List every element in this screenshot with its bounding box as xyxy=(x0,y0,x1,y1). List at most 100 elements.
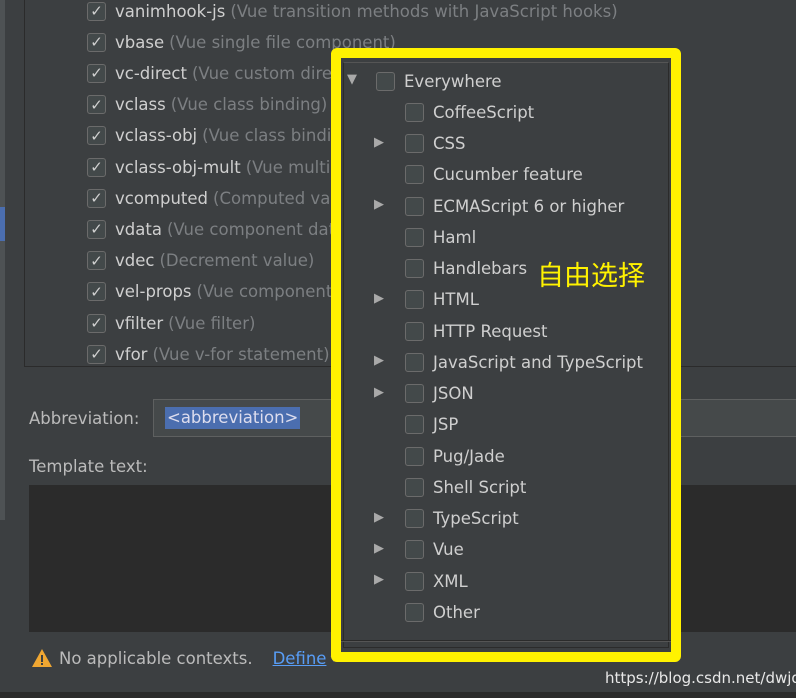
context-item[interactable]: Pug/Jade xyxy=(405,444,505,468)
context-item[interactable]: HTML xyxy=(405,288,479,312)
checkbox[interactable]: ✓ xyxy=(87,32,106,52)
context-popup: ▼ Everywhere CoffeeScript ▶ CSS Cucumber feat… xyxy=(331,48,681,662)
checkbox[interactable] xyxy=(405,571,424,591)
checkbox[interactable]: ✓ xyxy=(87,251,106,271)
expand-right-icon[interactable]: ▶ xyxy=(374,385,384,400)
context-item[interactable]: Shell Script xyxy=(405,475,526,499)
template-item[interactable]: ✓ vdec (Decrement value) xyxy=(87,249,314,273)
context-item[interactable]: Haml xyxy=(405,225,476,249)
bottom-bar xyxy=(0,692,796,698)
checkbox[interactable] xyxy=(405,602,424,622)
checkbox[interactable] xyxy=(405,321,424,341)
context-tree[interactable]: ▼ Everywhere CoffeeScript ▶ CSS Cucumber feat… xyxy=(343,62,669,648)
checkbox[interactable]: ✓ xyxy=(87,188,106,208)
context-item[interactable]: HTTP Request xyxy=(405,319,548,343)
template-text-label: Template text: xyxy=(29,457,148,476)
context-label: Everywhere xyxy=(404,71,502,91)
checkbox[interactable] xyxy=(405,384,424,403)
template-item[interactable]: ✓ vclass-obj (Vue class binding) xyxy=(87,124,359,148)
context-warning: No applicable contexts. Define ▾ xyxy=(31,648,336,668)
checkbox[interactable] xyxy=(405,415,424,435)
context-label: Pug/Jade xyxy=(433,446,505,466)
context-label: TypeScript xyxy=(433,509,519,528)
expand-right-icon[interactable]: ▶ xyxy=(374,135,384,150)
checkbox[interactable]: ✓ xyxy=(87,219,106,239)
context-label: XML xyxy=(433,571,468,591)
checkbox[interactable] xyxy=(376,71,395,91)
template-item[interactable]: ✓ vfor (Vue v-for statement) xyxy=(87,342,330,366)
checkbox[interactable] xyxy=(405,134,424,153)
checkbox[interactable]: ✓ xyxy=(87,1,106,21)
left-edge-selection-marker xyxy=(0,207,5,241)
checkbox[interactable]: ✓ xyxy=(87,313,106,333)
template-item[interactable]: ✓ vcomputed (Computed value) xyxy=(87,186,362,210)
context-item[interactable]: Everywhere xyxy=(376,69,502,93)
checkbox[interactable] xyxy=(405,352,424,372)
context-label: Vue xyxy=(433,540,464,560)
context-label: Shell Script xyxy=(433,477,527,497)
template-name: vfilter xyxy=(115,313,164,333)
context-label: HTTP Request xyxy=(433,321,548,341)
annotation-text: 自由选择 xyxy=(537,261,645,292)
checkbox[interactable] xyxy=(405,540,424,560)
checkbox[interactable]: ✓ xyxy=(87,344,106,364)
checkbox[interactable] xyxy=(405,477,424,497)
context-item[interactable]: Handlebars xyxy=(405,257,527,281)
template-name: vclass xyxy=(115,95,166,115)
context-label: Handlebars xyxy=(433,259,528,278)
checkbox[interactable] xyxy=(405,196,424,216)
context-item[interactable]: Other xyxy=(405,600,480,624)
context-item[interactable]: ECMAScript 6 or higher xyxy=(405,194,624,218)
template-item[interactable]: ✓ vfilter (Vue filter) xyxy=(87,311,255,335)
context-item[interactable]: JSON xyxy=(405,382,474,406)
expand-right-icon[interactable]: ▶ xyxy=(374,197,384,212)
checkbox[interactable]: ✓ xyxy=(87,282,106,302)
expand-right-icon[interactable]: ▶ xyxy=(374,353,384,368)
template-item[interactable]: ✓ vanimhook-js (Vue transition methods wit… xyxy=(87,0,618,23)
template-name: vcomputed xyxy=(115,188,209,208)
template-name: vc-direct xyxy=(115,63,187,83)
left-edge-strip xyxy=(0,0,5,520)
template-name: vanimhook-js xyxy=(115,1,226,21)
context-item[interactable]: JSP xyxy=(405,413,458,437)
checkbox[interactable]: ✓ xyxy=(87,63,106,83)
expand-right-icon[interactable]: ▶ xyxy=(374,291,384,306)
context-label: JavaScript and TypeScript xyxy=(433,352,643,372)
template-description: (Vue v-for statement) xyxy=(152,344,330,364)
checkbox[interactable] xyxy=(405,259,424,278)
context-item[interactable]: CoffeeScript xyxy=(405,100,534,124)
expand-down-icon[interactable]: ▼ xyxy=(347,72,357,87)
context-label: JSON xyxy=(433,384,474,403)
template-description: (Vue class binding) xyxy=(170,95,328,115)
checkbox[interactable]: ✓ xyxy=(87,126,106,146)
checkbox[interactable] xyxy=(405,165,424,185)
context-label: JSP xyxy=(433,415,459,435)
context-item[interactable]: JavaScript and TypeScript xyxy=(405,350,643,374)
template-item[interactable]: ✓ vclass (Vue class binding) xyxy=(87,93,327,117)
abbreviation-value: <abbreviation> xyxy=(165,407,301,429)
warning-text: No applicable contexts. xyxy=(59,648,253,668)
context-item[interactable]: CSS xyxy=(405,132,465,156)
checkbox[interactable] xyxy=(405,290,424,310)
context-label: Cucumber feature xyxy=(433,165,583,185)
define-link[interactable]: Define xyxy=(273,649,327,668)
checkbox[interactable]: ✓ xyxy=(87,95,106,115)
expand-right-icon[interactable]: ▶ xyxy=(374,510,384,525)
expand-right-icon[interactable]: ▶ xyxy=(374,541,384,556)
template-description: (Decrement value) xyxy=(159,251,315,271)
template-name: vel-props xyxy=(115,282,192,302)
checkbox[interactable]: ✓ xyxy=(87,157,106,177)
checkbox[interactable] xyxy=(405,509,424,528)
checkbox[interactable] xyxy=(405,227,424,247)
context-item[interactable]: Vue xyxy=(405,538,464,562)
template-description: (Vue component data) xyxy=(166,219,352,239)
template-description: (Vue transition methods with JavaScript … xyxy=(230,1,618,21)
checkbox[interactable] xyxy=(405,446,424,466)
context-item[interactable]: XML xyxy=(405,569,468,593)
template-name: vdata xyxy=(115,219,162,239)
checkbox[interactable] xyxy=(405,102,424,122)
context-item[interactable]: Cucumber feature xyxy=(405,163,583,187)
context-item[interactable]: TypeScript xyxy=(405,507,519,531)
expand-right-icon[interactable]: ▶ xyxy=(374,572,384,587)
template-item[interactable]: ✓ vdata (Vue component data) xyxy=(87,217,352,241)
